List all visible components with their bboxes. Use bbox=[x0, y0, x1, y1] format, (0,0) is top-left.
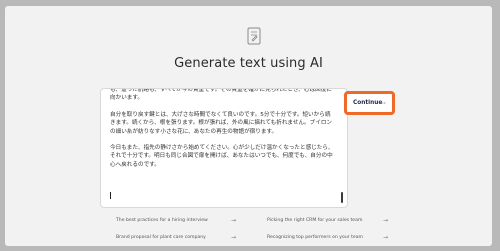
arrow-right-icon: → bbox=[383, 234, 389, 241]
suggestion-item[interactable]: Brand proposal for plant care company → bbox=[116, 234, 236, 241]
suggestion-label: Recognizing top performers on your team bbox=[267, 235, 364, 240]
document-pen-icon bbox=[247, 27, 261, 45]
editor-scrollbar[interactable] bbox=[341, 192, 343, 203]
editor-paragraph: も、辿った航路も、すべてが今の貴重です。その貴重を確かに見られたとき、心は回復に… bbox=[110, 88, 332, 102]
continue-label: Continue bbox=[353, 100, 383, 106]
text-editor[interactable]: も、辿った航路も、すべてが今の貴重です。その貴重を確かに見られたとき、心は回復に… bbox=[100, 88, 348, 208]
suggestion-item[interactable]: The best practices for a hiring intervie… bbox=[116, 217, 236, 224]
suggestion-label: The best practices for a hiring intervie… bbox=[116, 218, 208, 223]
editor-paragraph: 今日もまた、指先の静けさから始めてください。心が少しだけ温かくなったと感じたら、… bbox=[110, 145, 334, 168]
text-cursor bbox=[110, 192, 111, 199]
suggestion-item[interactable]: Picking the right CRM for your sales tea… bbox=[267, 217, 388, 224]
continue-button[interactable]: Continue bbox=[344, 91, 395, 115]
editor-paragraph: 自分を取り戻す鍵とは、大げさな時間でなくて良いのです。5分で十分です。短いから続… bbox=[110, 111, 333, 135]
page-title: Generate text using AI bbox=[174, 56, 323, 71]
arrow-right-icon: → bbox=[231, 217, 237, 224]
suggestion-label: Brand proposal for plant care company bbox=[116, 235, 206, 240]
arrow-right-icon: → bbox=[383, 217, 389, 224]
suggestion-item[interactable]: Recognizing top performers on your team … bbox=[267, 234, 388, 241]
arrow-right-icon bbox=[382, 102, 386, 104]
editor-content[interactable]: も、辿った航路も、すべてが今の貴重です。その貴重を確かに見られたとき、心は回復に… bbox=[110, 88, 335, 177]
app-window: Generate text using AI も、辿った航路も、すべてが今の貴重… bbox=[5, 6, 492, 246]
arrow-right-icon: → bbox=[231, 234, 237, 241]
suggestion-label: Picking the right CRM for your sales tea… bbox=[267, 218, 363, 223]
